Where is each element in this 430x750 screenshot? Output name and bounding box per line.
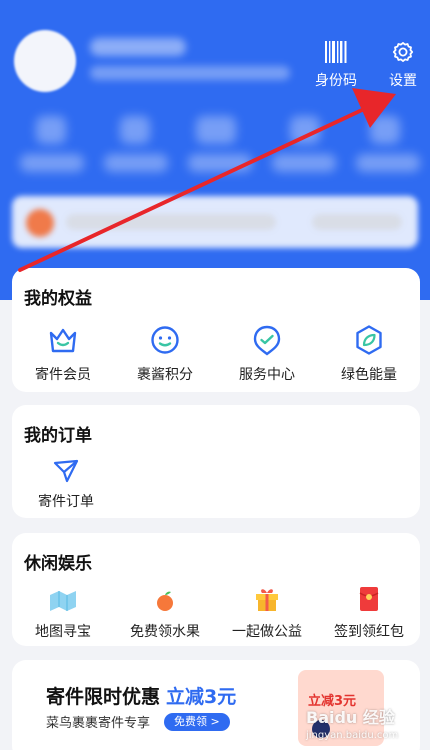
watermark: Baidu 经验 jingyan.baidu.com: [306, 704, 424, 746]
watermark-text: Baidu 经验: [306, 708, 395, 727]
benefit-label: 绿色能量: [341, 367, 397, 383]
id-code-button[interactable]: 身份码: [306, 38, 366, 90]
gift-box-icon: [216, 583, 318, 613]
benefit-item-points[interactable]: 裹酱积分: [114, 320, 216, 384]
settings-label: 设置: [389, 73, 417, 89]
leisure-item-charity[interactable]: 一起做公益: [216, 583, 318, 641]
leisure-card: 休闲娱乐 地图寻宝 免费领水果 一起做公益 签到领红包: [12, 533, 420, 646]
promo-title: 寄件限时优惠 立减3元: [46, 682, 236, 709]
blurred-username: [90, 38, 186, 56]
leisure-label: 签到领红包: [334, 624, 404, 640]
settings-button[interactable]: 设置: [373, 38, 430, 90]
benefit-item-service[interactable]: 服务中心: [216, 320, 318, 384]
promo-title-text: 寄件限时优惠: [46, 686, 161, 708]
benefits-title: 我的权益: [24, 289, 92, 309]
benefit-label: 寄件会员: [35, 367, 91, 383]
benefit-label: 服务中心: [239, 367, 295, 383]
orders-label: 寄件订单: [38, 494, 94, 510]
leaf-icon: [318, 320, 420, 356]
profile-header: 身份码 设置: [0, 0, 430, 300]
leisure-item-fruit[interactable]: 免费领水果: [114, 583, 216, 641]
leisure-item-red-envelope[interactable]: 签到领红包: [318, 583, 420, 641]
promo-highlight: 立减3元: [166, 686, 237, 708]
benefit-label: 裹酱积分: [137, 367, 193, 383]
service-badge-icon: [216, 320, 318, 356]
gear-icon: [373, 38, 430, 66]
leisure-item-treasure[interactable]: 地图寻宝: [12, 583, 114, 641]
claim-button[interactable]: 免费领 >: [164, 713, 230, 731]
fruit-icon: [114, 583, 216, 613]
benefit-item-green-energy[interactable]: 绿色能量: [318, 320, 420, 384]
benefits-card: 我的权益 寄件会员 裹酱积分 服务中心 绿色能量: [12, 268, 420, 392]
leisure-label: 一起做公益: [232, 624, 302, 640]
red-envelope-icon: [318, 583, 420, 613]
promo-subtitle: 菜鸟裹裹寄件专享: [46, 716, 151, 731]
blurred-banner[interactable]: [12, 196, 418, 248]
leisure-label: 地图寻宝: [35, 624, 91, 640]
avatar[interactable]: [14, 30, 76, 92]
orders-card: 我的订单 寄件订单: [12, 405, 420, 518]
benefit-item-member[interactable]: 寄件会员: [12, 320, 114, 384]
orders-title: 我的订单: [24, 426, 92, 446]
id-code-label: 身份码: [315, 73, 357, 89]
crown-icon: [12, 320, 114, 356]
leisure-label: 免费领水果: [130, 624, 200, 640]
map-icon: [12, 583, 114, 613]
orders-item-send[interactable]: 寄件订单: [12, 457, 120, 511]
barcode-icon: [306, 38, 366, 66]
watermark-sub: jingyan.baidu.com: [306, 730, 399, 741]
blurred-user-info: [90, 66, 290, 80]
blurred-stats-row: [0, 108, 430, 188]
smiley-icon: [114, 320, 216, 356]
paper-plane-icon: [12, 457, 120, 483]
leisure-title: 休闲娱乐: [24, 554, 92, 574]
